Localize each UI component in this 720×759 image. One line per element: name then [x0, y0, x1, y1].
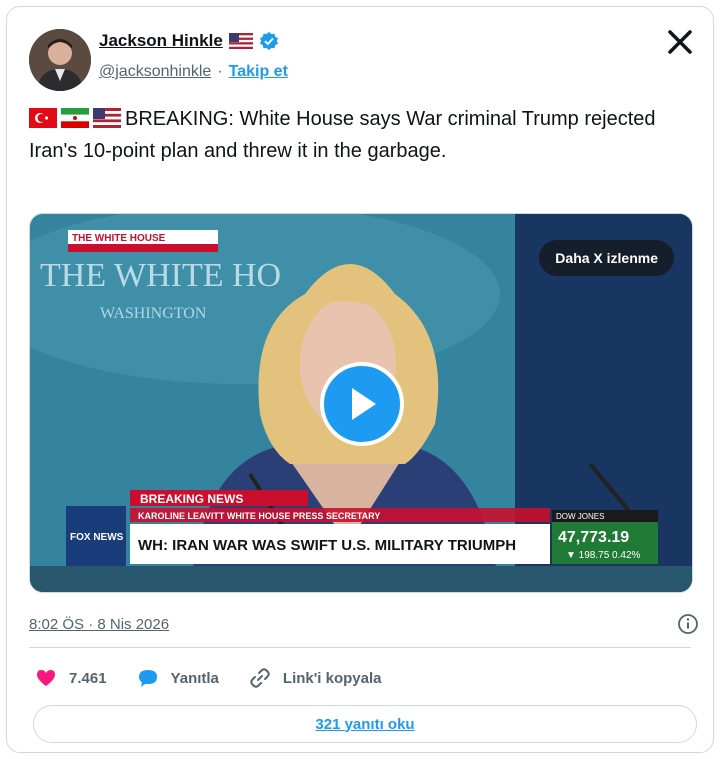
iran-flag-icon: [61, 108, 89, 128]
tweet-card: Jackson Hinkle @jacksonhinkle · Takip et: [6, 6, 714, 753]
play-button[interactable]: [320, 362, 404, 446]
author-name[interactable]: Jackson Hinkle: [99, 31, 223, 51]
tweet-text: BREAKING: White House says War criminal …: [29, 108, 656, 162]
views-pill: Daha X izlenme: [539, 240, 674, 276]
reply-button[interactable]: Yanıtla: [137, 667, 219, 689]
play-icon: [352, 388, 376, 420]
copy-link-button[interactable]: Link'i kopyala: [249, 667, 382, 689]
author-handle[interactable]: @jacksonhinkle: [99, 63, 211, 81]
lower-third-headline: WH: IRAN WAR WAS SWIFT U.S. MILITARY TRI…: [138, 537, 516, 554]
link-icon: [250, 668, 270, 688]
ticker-change: ▼ 198.75 0.42%: [566, 550, 641, 561]
divider: [29, 647, 691, 648]
us-flag-icon: [228, 33, 253, 49]
follow-button[interactable]: Takip et: [229, 63, 288, 81]
reply-label: Yanıtla: [170, 669, 219, 687]
read-replies-button[interactable]: 321 yanıtı oku: [33, 705, 697, 743]
tweet-timestamp[interactable]: 8:02 ÖS · 8 Nis 2026: [29, 616, 169, 633]
like-count: 7.461: [69, 669, 107, 687]
info-icon[interactable]: [677, 613, 699, 635]
heart-icon: [37, 670, 55, 686]
like-button[interactable]: 7.461: [35, 667, 107, 689]
close-icon[interactable]: [665, 27, 695, 57]
breaking-label: BREAKING NEWS: [140, 492, 243, 506]
tweet-text-block: BREAKING: White House says War criminal …: [29, 103, 689, 167]
copy-link-label: Link'i kopyala: [282, 669, 382, 687]
ticker-label: DOW JONES: [556, 512, 604, 521]
verified-badge-icon: [259, 32, 278, 50]
backdrop-text: THE WHITE HO: [40, 257, 281, 294]
separator-dot: ·: [217, 63, 223, 80]
ticker-value: 47,773.19: [558, 529, 629, 546]
lower-third-sub: KAROLINE LEAVITT WHITE HOUSE PRESS SECRE…: [138, 511, 380, 521]
backdrop-subtext: WASHINGTON: [100, 305, 207, 322]
video-player[interactable]: THE WHITE HO WASHINGTON THE WHITE HOUSE …: [29, 213, 693, 593]
turkey-flag-icon: [29, 108, 57, 128]
corner-tag: THE WHITE HOUSE: [72, 233, 166, 244]
avatar[interactable]: [29, 29, 91, 91]
channel-logo: FOX NEWS: [70, 532, 124, 543]
reply-bubble-icon: [138, 670, 157, 687]
us-flag-icon: [93, 108, 121, 128]
